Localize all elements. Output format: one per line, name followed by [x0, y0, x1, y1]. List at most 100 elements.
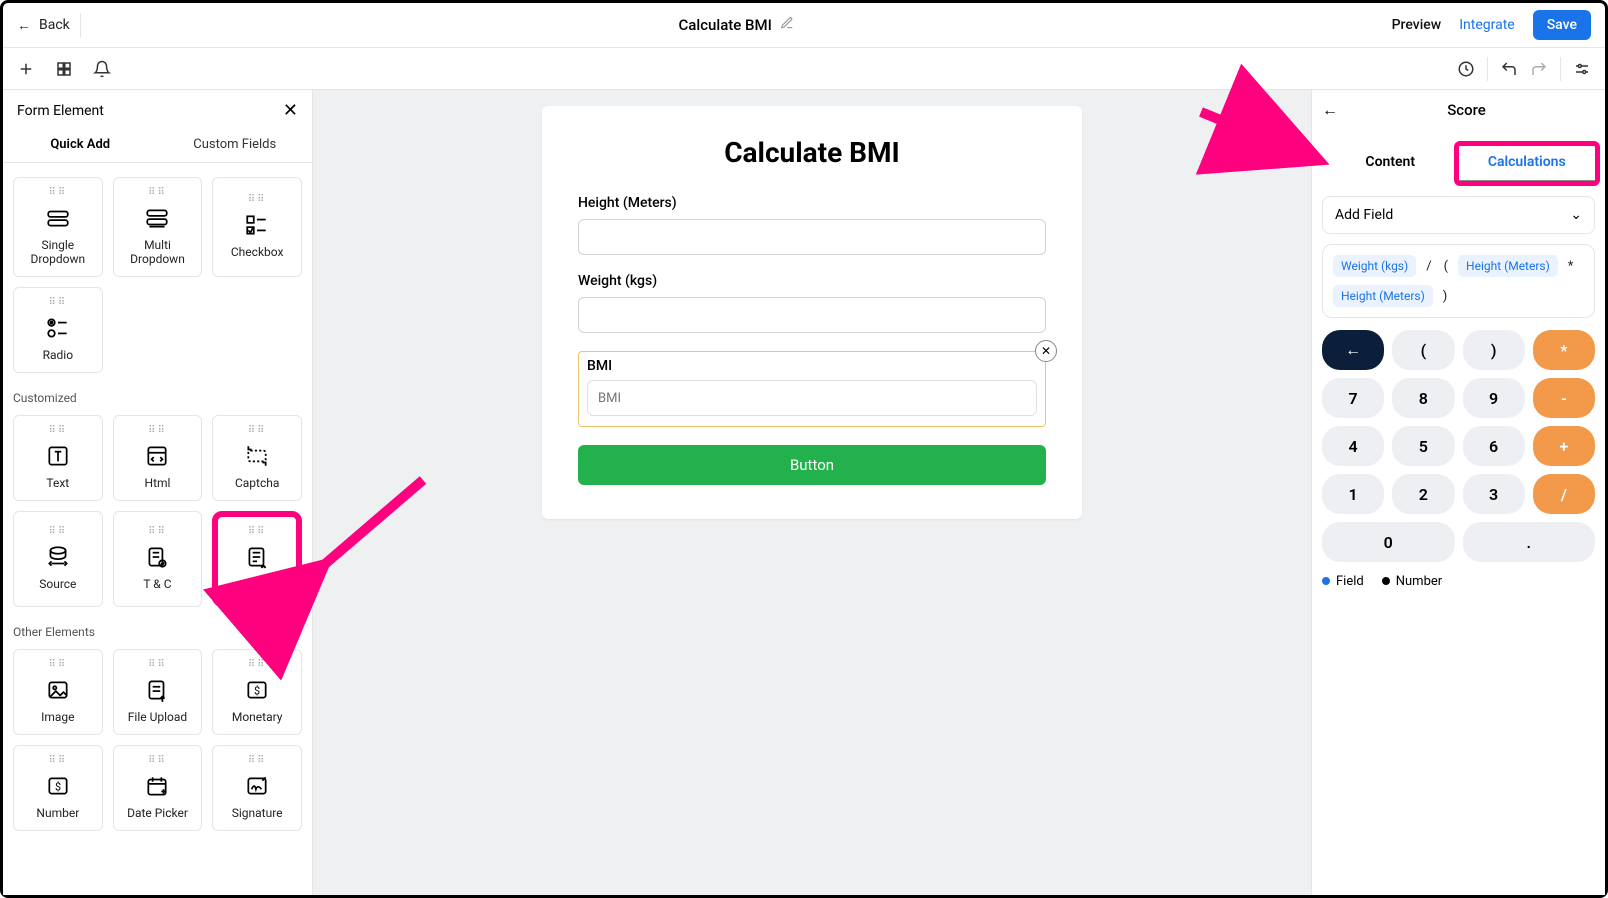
history-icon[interactable]	[1457, 60, 1475, 78]
tab-quick-add[interactable]: Quick Add	[3, 127, 158, 162]
pad-2[interactable]: 2	[1392, 474, 1454, 514]
tab-calculations[interactable]: Calculations	[1459, 146, 1596, 181]
text-icon	[43, 442, 73, 470]
pad-8[interactable]: 8	[1392, 378, 1454, 418]
drag-handle-icon: ⠿⠿	[148, 426, 167, 436]
pad-dot[interactable]: .	[1463, 522, 1596, 562]
annotation-arrow-calc	[1191, 102, 1331, 186]
element-multi-dropdown[interactable]: ⠿⠿ Multi Dropdown	[113, 177, 203, 277]
score-config-panel: ← Score Content Calculations Add Field ⌄…	[1311, 90, 1605, 895]
formula-op-token[interactable]: *	[1566, 259, 1576, 274]
close-icon[interactable]: ✕	[283, 100, 298, 121]
add-icon[interactable]	[17, 60, 35, 78]
formula-field-token[interactable]: Weight (kgs)	[1333, 255, 1416, 277]
element-file-upload[interactable]: ⠿⠿ File Upload	[113, 649, 203, 735]
pad-add[interactable]: +	[1533, 426, 1595, 466]
element-monetary[interactable]: ⠿⠿ $ Monetary	[212, 649, 302, 735]
section-customized: Customized	[13, 391, 302, 405]
tab-content[interactable]: Content	[1322, 146, 1459, 181]
form-elements-panel: Form Element ✕ Quick Add Custom Fields ⠿…	[3, 90, 313, 895]
element-checkbox[interactable]: ⠿⠿ Checkbox	[212, 177, 302, 277]
pad-rparen[interactable]: )	[1463, 330, 1525, 370]
element-single-dropdown[interactable]: ⠿⠿ Single Dropdown	[13, 177, 103, 277]
file-upload-icon	[142, 676, 172, 704]
formula-op-token[interactable]: )	[1441, 289, 1450, 304]
element-tandc[interactable]: ⠿⠿ T & C	[113, 511, 203, 607]
element-signature[interactable]: ⠿⠿ Signature	[212, 745, 302, 831]
tab-custom-fields[interactable]: Custom Fields	[158, 127, 313, 162]
annotation-arrow-score	[303, 470, 443, 594]
element-text[interactable]: ⠿⠿ Text	[13, 415, 103, 501]
formula-field-token[interactable]: Height (Meters)	[1333, 285, 1433, 307]
pad-divide[interactable]: /	[1533, 474, 1595, 514]
weight-input[interactable]	[578, 297, 1046, 333]
drag-handle-icon: ⠿⠿	[248, 426, 267, 436]
bmi-input[interactable]	[587, 380, 1037, 416]
bmi-field-selected[interactable]: ✕ BMI	[578, 351, 1046, 427]
signature-icon	[242, 772, 272, 800]
save-button[interactable]: Save	[1533, 10, 1591, 40]
element-score[interactable]: ⠿⠿ Score	[218, 517, 296, 601]
drag-handle-icon: ⠿⠿	[148, 660, 167, 670]
height-label: Height (Meters)	[578, 195, 1046, 211]
pad-1[interactable]: 1	[1322, 474, 1384, 514]
remove-field-icon[interactable]: ✕	[1035, 340, 1057, 362]
element-image[interactable]: ⠿⠿ Image	[13, 649, 103, 735]
integrate-link[interactable]: Integrate	[1459, 17, 1515, 33]
money-icon: $	[242, 676, 272, 704]
element-html[interactable]: ⠿⠿ Html	[113, 415, 203, 501]
weight-label: Weight (kgs)	[578, 273, 1046, 289]
pad-9[interactable]: 9	[1463, 378, 1525, 418]
pad-3[interactable]: 3	[1463, 474, 1525, 514]
pad-lparen[interactable]: (	[1392, 330, 1454, 370]
terms-icon	[142, 543, 172, 571]
panel-back-icon[interactable]: ←	[1322, 100, 1338, 120]
drag-handle-icon: ⠿⠿	[148, 756, 167, 766]
drag-handle-icon: ⠿⠿	[148, 527, 167, 537]
edit-icon[interactable]	[780, 16, 794, 34]
drag-handle-icon: ⠿⠿	[49, 660, 68, 670]
settings-icon[interactable]	[1573, 60, 1591, 78]
pad-0[interactable]: 0	[1322, 522, 1455, 562]
multi-dropdown-icon	[142, 204, 172, 232]
layers-icon[interactable]	[55, 60, 73, 78]
element-date-picker[interactable]: ⠿⠿ Date Picker	[113, 745, 203, 831]
pad-6[interactable]: 6	[1463, 426, 1525, 466]
panel-title: Score	[1338, 101, 1595, 119]
drag-handle-icon: ⠿⠿	[148, 188, 167, 198]
add-field-dropdown[interactable]: Add Field ⌄	[1322, 196, 1595, 234]
submit-button[interactable]: Button	[578, 445, 1046, 485]
formula-op-token[interactable]: (	[1442, 259, 1450, 274]
drag-handle-icon: ⠿⠿	[248, 195, 267, 205]
element-source[interactable]: ⠿⠿ Source	[13, 511, 103, 607]
arrow-left-icon: ←	[17, 17, 31, 34]
drag-handle-icon: ⠿⠿	[248, 756, 267, 766]
calc-highlight-box: Calculations	[1454, 141, 1601, 186]
form-preview: Calculate BMI Height (Meters) Weight (kg…	[542, 106, 1082, 519]
pad-subtract[interactable]: -	[1533, 378, 1595, 418]
pad-7[interactable]: 7	[1322, 378, 1384, 418]
pad-backspace[interactable]: ←	[1322, 330, 1384, 370]
redo-icon[interactable]	[1530, 60, 1548, 78]
height-input[interactable]	[578, 219, 1046, 255]
preview-link[interactable]: Preview	[1392, 17, 1442, 33]
element-radio[interactable]: ⠿⠿ Radio	[13, 287, 103, 373]
undo-icon[interactable]	[1500, 60, 1518, 78]
legend-field: Field	[1322, 574, 1364, 589]
legend-number: Number	[1382, 574, 1442, 589]
element-captcha[interactable]: ⠿⠿ Captcha	[212, 415, 302, 501]
back-button[interactable]: ← Back	[17, 17, 70, 34]
pad-4[interactable]: 4	[1322, 426, 1384, 466]
drag-handle-icon: ⠿⠿	[49, 298, 68, 308]
pad-multiply[interactable]: *	[1533, 330, 1595, 370]
formula-field-token[interactable]: Height (Meters)	[1458, 255, 1558, 277]
calendar-icon	[142, 772, 172, 800]
bell-icon[interactable]	[93, 60, 111, 78]
svg-text:$: $	[254, 684, 260, 697]
element-number[interactable]: ⠿⠿ $ Number	[13, 745, 103, 831]
score-icon	[242, 543, 272, 571]
bmi-label: BMI	[587, 358, 1037, 374]
drag-handle-icon: ⠿⠿	[49, 188, 68, 198]
formula-op-token[interactable]: /	[1424, 259, 1433, 274]
pad-5[interactable]: 5	[1392, 426, 1454, 466]
